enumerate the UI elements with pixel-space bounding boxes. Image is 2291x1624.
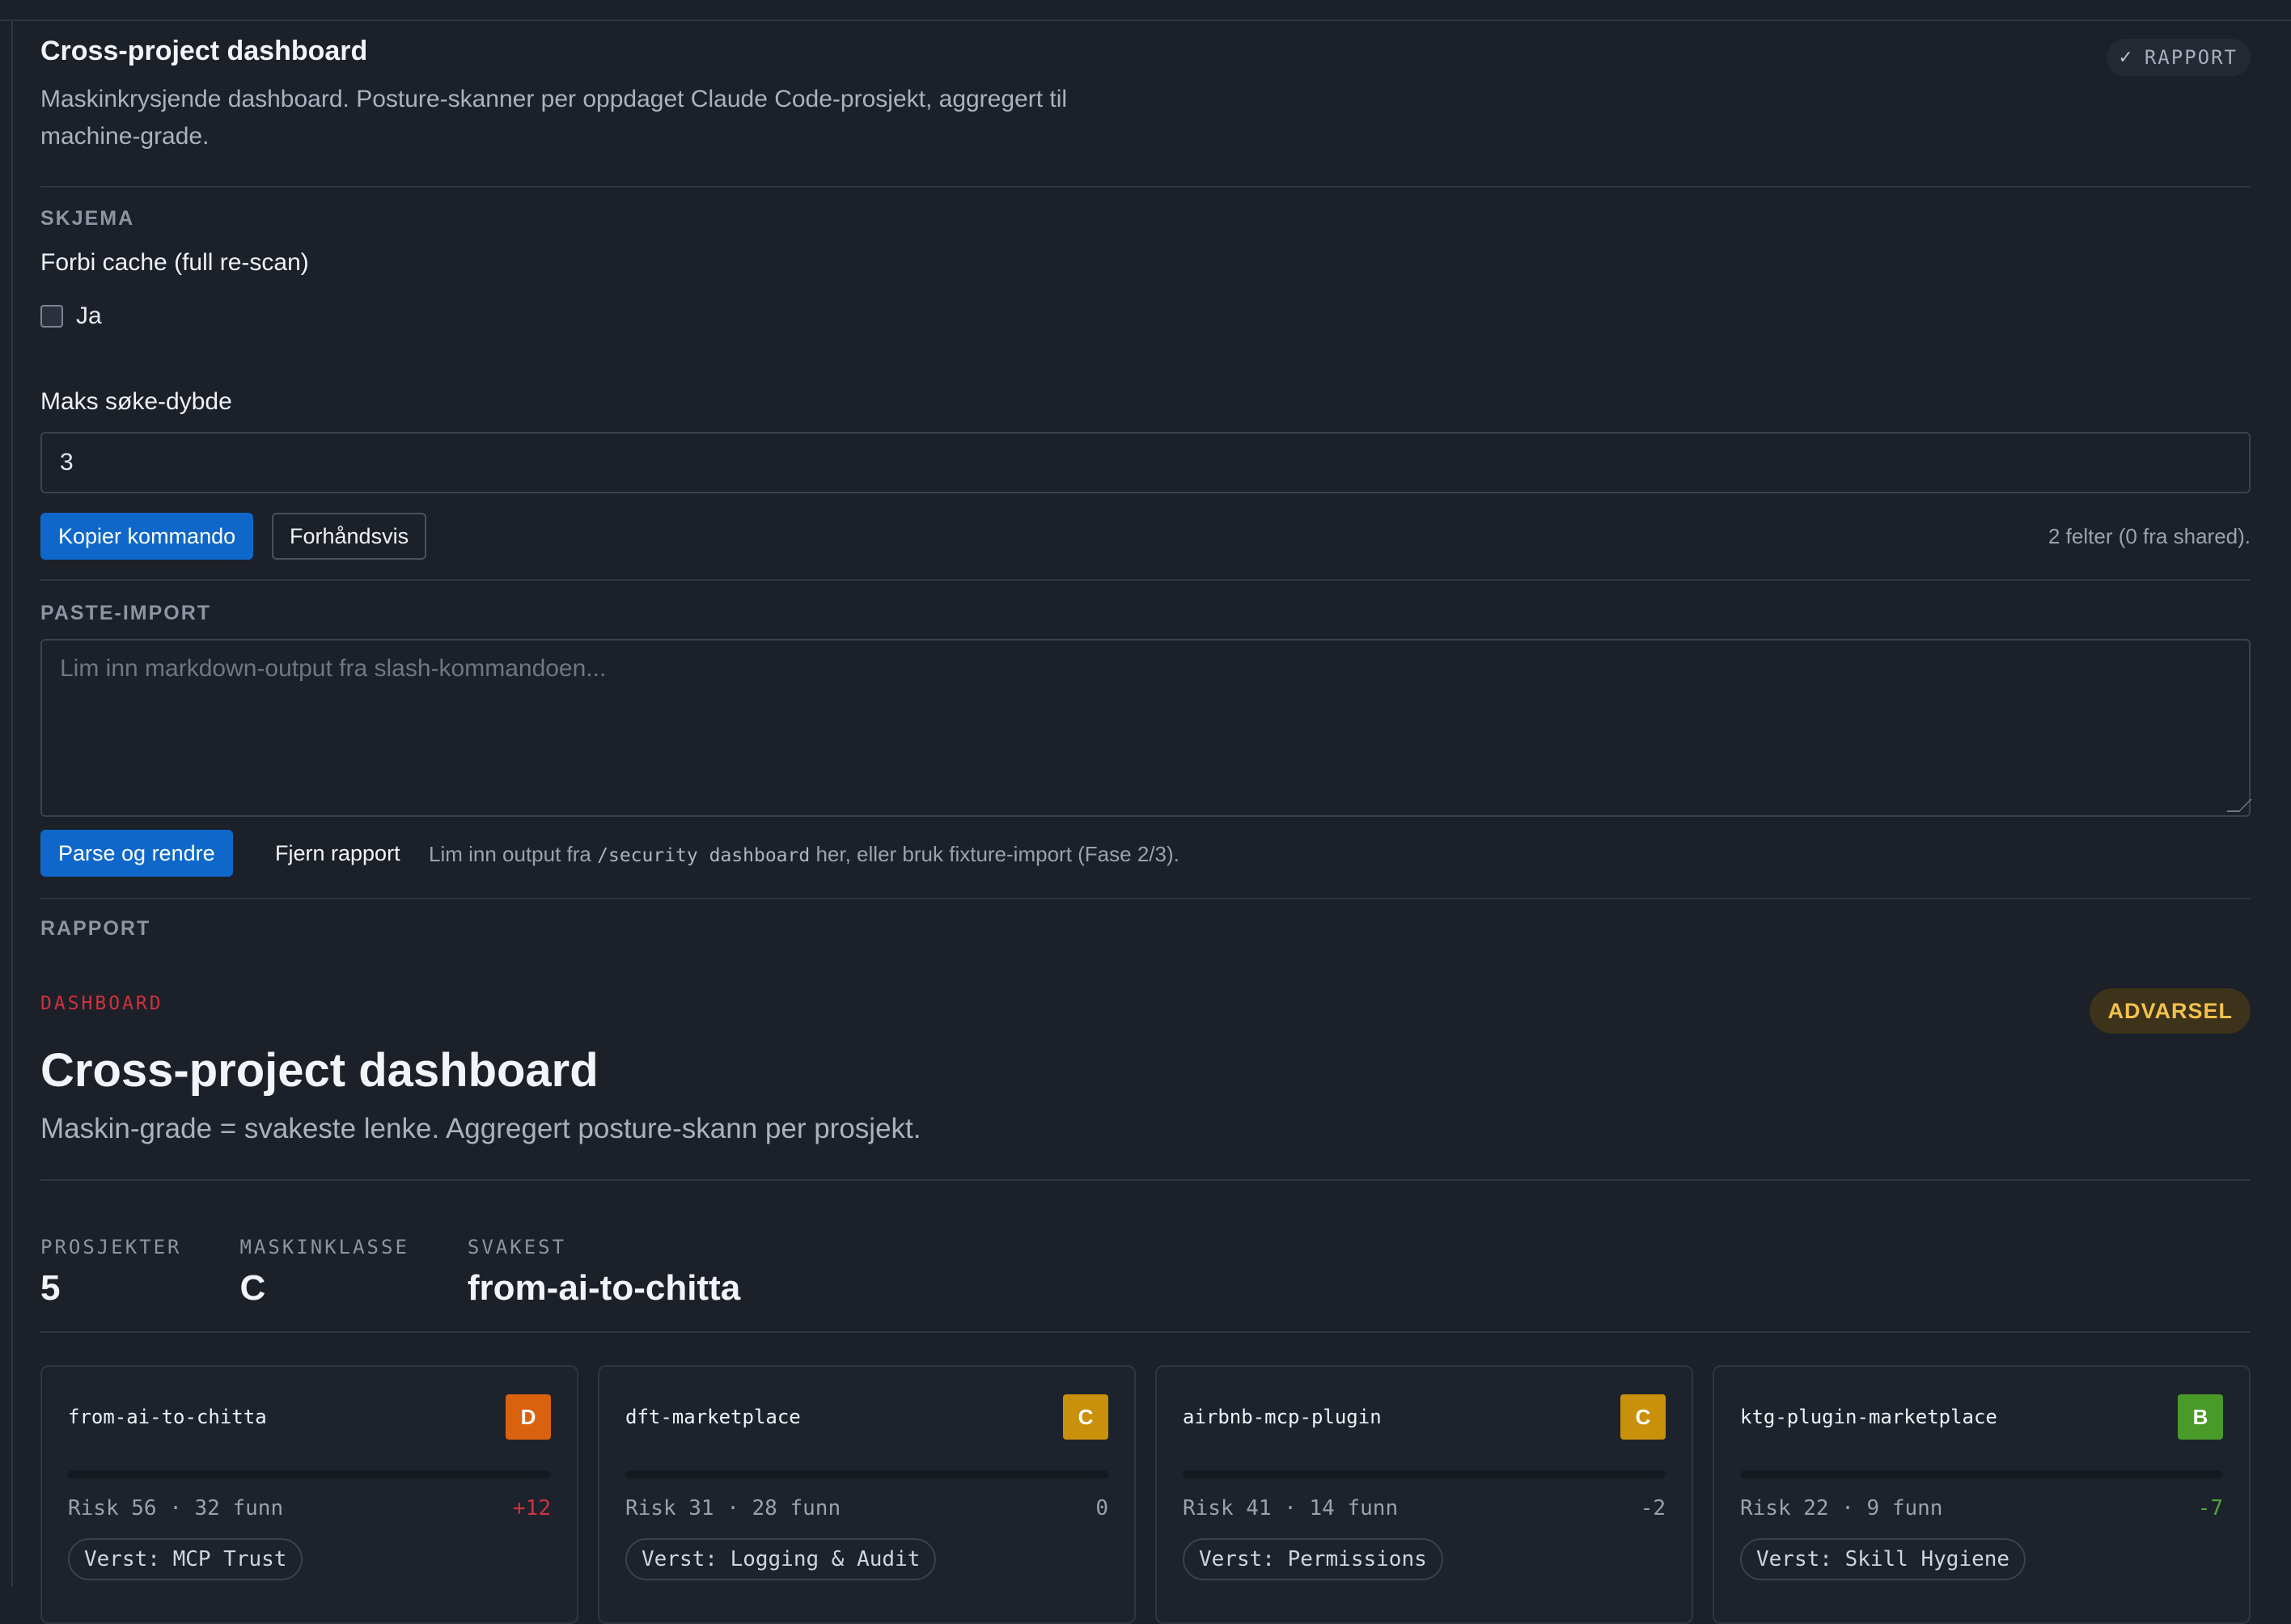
hint-text-before: Lim inn output fra	[429, 842, 591, 866]
paste-hint: Lim inn output fra /security dashboard h…	[429, 842, 1179, 867]
grade-badge: B	[2178, 1394, 2223, 1440]
risk-meta: Risk 56 · 32 funn	[68, 1496, 284, 1520]
worst-category-tag: Verst: MCP Trust	[68, 1538, 303, 1580]
risk-delta: +12	[513, 1496, 551, 1520]
schema-actions: Kopier kommando Forhåndsvis 2 felter (0 …	[40, 513, 2251, 560]
grade-badge: C	[1620, 1394, 1666, 1440]
depth-input-value: 3	[60, 449, 74, 476]
divider	[40, 1331, 2251, 1333]
paste-placeholder: Lim inn markdown-output fra slash-komman…	[60, 655, 607, 682]
hint-command: /security dashboard	[597, 845, 811, 866]
project-card[interactable]: airbnb-mcp-plugin C Risk 41 · 14 funn -2…	[1155, 1365, 1693, 1624]
panel-description: Maskinkrysjende dashboard. Posture-skann…	[40, 86, 1068, 150]
report-section-label: RAPPORT	[40, 917, 151, 940]
stat-label: PROSJEKTER	[40, 1236, 182, 1258]
paste-section-label: PASTE-IMPORT	[40, 602, 212, 624]
worst-category-tag: Verst: Permissions	[1183, 1538, 1443, 1580]
risk-delta: -2	[1640, 1496, 1666, 1520]
divider	[40, 1179, 2251, 1181]
stat-value: C	[239, 1268, 266, 1308]
project-name: dft-marketplace	[625, 1406, 801, 1428]
project-card[interactable]: from-ai-to-chitta D Risk 56 · 32 funn +1…	[40, 1365, 578, 1624]
risk-bar	[1183, 1470, 1666, 1478]
paste-textarea[interactable]: Lim inn markdown-output fra slash-komman…	[40, 639, 2252, 817]
paste-actions: Parse og rendre Fjern rapport Lim inn ou…	[40, 830, 2251, 877]
panel-title: Cross-project dashboard	[40, 36, 368, 66]
copy-command-button[interactable]: Kopier kommando	[40, 513, 254, 560]
bypass-cache-label: Forbi cache (full re-scan)	[40, 249, 309, 276]
worst-category-tag: Verst: Logging & Audit	[625, 1538, 937, 1580]
risk-meta: Risk 31 · 28 funn	[625, 1496, 841, 1520]
dashboard-eyebrow: DASHBOARD	[40, 993, 163, 1014]
stat-label: SVAKEST	[467, 1236, 567, 1258]
left-divider	[11, 19, 13, 1587]
depth-label: Maks søke-dybde	[40, 388, 232, 415]
grade-badge: D	[506, 1394, 551, 1440]
grade-badge: C	[1063, 1394, 1108, 1440]
schema-section-label: SKJEMA	[40, 207, 135, 230]
check-icon: ✓	[2118, 47, 2135, 67]
parse-render-button[interactable]: Parse og rendre	[40, 830, 233, 877]
risk-bar	[1740, 1470, 2223, 1478]
worst-category-tag: Verst: Skill Hygiene	[1740, 1538, 2026, 1580]
top-bar	[0, 0, 2291, 21]
risk-bar	[625, 1470, 1108, 1478]
depth-input[interactable]: 3	[40, 432, 2251, 493]
panel-header: Cross-project dashboard Maskinkrysjende …	[40, 19, 2251, 188]
stat-value: from-ai-to-chitta	[467, 1268, 741, 1308]
risk-delta: -7	[2197, 1496, 2223, 1520]
hint-text-after: her, eller bruk fixture-import (Fase 2/3…	[815, 842, 1179, 866]
stat-machine-class: MASKINKLASSE C	[240, 1236, 409, 1309]
risk-meta: Risk 22 · 9 funn	[1740, 1496, 1943, 1520]
status-badge: ADVARSEL	[2090, 988, 2251, 1034]
stat-projects: PROSJEKTER 5	[40, 1236, 182, 1309]
resize-handle-icon[interactable]	[2226, 799, 2252, 812]
checkbox-label: Ja	[76, 302, 102, 329]
divider	[40, 898, 2251, 899]
project-name: airbnb-mcp-plugin	[1183, 1406, 1382, 1428]
bypass-cache-checkbox[interactable]	[40, 305, 63, 328]
project-name: ktg-plugin-marketplace	[1740, 1406, 1997, 1428]
fields-note: 2 felter (0 fra shared).	[2048, 524, 2251, 548]
project-card[interactable]: dft-marketplace C Risk 31 · 28 funn 0 Ve…	[598, 1365, 1136, 1624]
report-title: Cross-project dashboard	[40, 1044, 599, 1097]
report-subtitle: Maskin-grade = svakeste lenke. Aggregert…	[40, 1113, 921, 1144]
summary-stats: PROSJEKTER 5 MASKINKLASSE C SVAKEST from…	[40, 1236, 798, 1309]
bypass-cache-checkbox-row[interactable]: Ja	[40, 302, 102, 330]
risk-delta: 0	[1095, 1496, 1108, 1520]
report-chip-label: RAPPORT	[2144, 46, 2238, 69]
risk-bar	[68, 1470, 551, 1478]
report-chip[interactable]: ✓ RAPPORT	[2107, 39, 2251, 76]
project-card[interactable]: ktg-plugin-marketplace B Risk 22 · 9 fun…	[1713, 1365, 2251, 1624]
preview-button[interactable]: Forhåndsvis	[272, 513, 427, 560]
project-name: from-ai-to-chitta	[68, 1406, 267, 1428]
divider	[40, 579, 2251, 581]
dashboard-panel: Cross-project dashboard Maskinkrysjende …	[40, 19, 2252, 1624]
stat-label: MASKINKLASSE	[239, 1236, 409, 1258]
stat-value: 5	[40, 1268, 61, 1308]
remove-report-button[interactable]: Fjern rapport	[265, 830, 410, 877]
project-cards: from-ai-to-chitta D Risk 56 · 32 funn +1…	[40, 1365, 2251, 1624]
stat-weakest: SVAKEST from-ai-to-chitta	[468, 1236, 740, 1309]
risk-meta: Risk 41 · 14 funn	[1183, 1496, 1399, 1520]
